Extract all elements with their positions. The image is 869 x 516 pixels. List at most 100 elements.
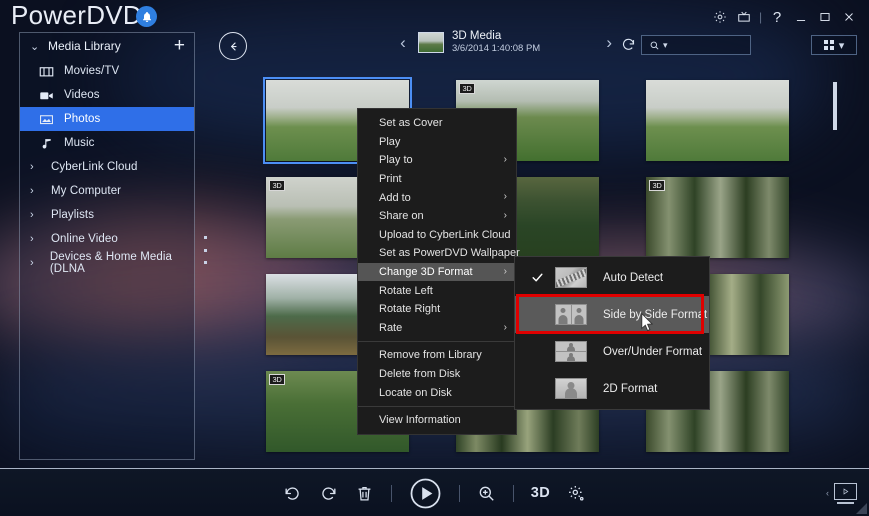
submenu-item-label: Over/Under Format (603, 345, 703, 358)
display-play-icon (834, 483, 857, 500)
over-under-icon (555, 341, 587, 362)
sidebar-item-label: Online Video (51, 233, 118, 245)
menu-item-label: Rotate Left (379, 284, 433, 297)
menu-item-upload-to-cyberlink-cloud[interactable]: Upload to CyberLink Cloud (358, 226, 516, 245)
sidebar-item-photos[interactable]: Photos (20, 107, 194, 131)
menu-item-add-to[interactable]: Add to › (358, 188, 516, 207)
submenu-item-auto-detect[interactable]: Auto Detect (515, 259, 709, 296)
grid-glyph (823, 40, 834, 50)
menu-item-label: Upload to CyberLink Cloud (379, 228, 511, 241)
menu-item-label: Set as PowerDVD Wallpaper (379, 247, 520, 260)
sidebar-item-music[interactable]: Music (20, 131, 194, 155)
sidebar-item-label: My Computer (51, 185, 122, 197)
checkmark-icon (531, 271, 544, 284)
cast-display-button[interactable]: ‹ (826, 483, 857, 504)
chevron-right-icon[interactable]: › (30, 257, 40, 269)
powerdvd-window: PowerDVD | ? ‹ 3D Media 3/6/2014 1:40:08… (0, 0, 869, 516)
sidebar-item-cyberlink-cloud[interactable]: › CyberLink Cloud (20, 155, 194, 179)
menu-item-label: Remove from Library (379, 349, 482, 362)
chevron-right-icon[interactable]: › (30, 233, 41, 245)
window-controls: | ? (708, 6, 861, 28)
menu-item-label: Change 3D Format (379, 266, 473, 279)
trash-icon[interactable] (355, 484, 374, 503)
menu-item-label: Add to (379, 191, 411, 204)
menu-separator (358, 341, 516, 343)
minimize-icon[interactable] (789, 6, 813, 28)
menu-item-remove-from-library[interactable]: Remove from Library (358, 346, 516, 365)
chevron-right-icon: › (503, 209, 507, 221)
submenu-item-side-by-side-format[interactable]: Side by Side Format (515, 296, 709, 333)
chevron-left-icon[interactable]: ‹ (826, 488, 829, 498)
menu-item-share-on[interactable]: Share on › (358, 207, 516, 226)
menu-item-label: Locate on Disk (379, 386, 452, 399)
menu-item-label: Play to (379, 154, 413, 167)
submenu-change-3d-format: Auto Detect Side by Side Format Over/Und… (514, 256, 710, 410)
auto-detect-icon (555, 267, 587, 288)
menu-item-play[interactable]: Play (358, 133, 516, 152)
sidebar-item-devices-home-media[interactable]: › Devices & Home Media (DLNA (20, 251, 194, 275)
menu-item-set-as-cover[interactable]: Set as Cover (358, 114, 516, 133)
sidebar-item-videos[interactable]: Videos (20, 83, 194, 107)
grid-view-icon[interactable]: ▾ (811, 35, 857, 55)
badge-3d: 3D (269, 180, 285, 191)
menu-item-view-information[interactable]: View Information (358, 411, 516, 430)
sidebar-item-online-video[interactable]: › Online Video (20, 227, 194, 251)
badge-3d: 3D (269, 374, 285, 385)
chevron-right-icon: › (503, 265, 507, 277)
sidebar: ⌄ Media Library + Movies/TV Videos Photo… (19, 32, 195, 460)
gear-small-icon[interactable] (567, 484, 586, 503)
photo-thumbnail[interactable]: 3D (646, 177, 789, 258)
submenu-item-over-under-format[interactable]: Over/Under Format (515, 333, 709, 370)
toolbar-divider (390, 484, 392, 502)
menu-item-label: Delete from Disk (379, 368, 461, 381)
bell-icon[interactable] (136, 6, 157, 27)
back-arrow-icon[interactable] (219, 32, 247, 60)
chevron-down-icon[interactable]: ▾ (663, 40, 668, 51)
resize-grip[interactable] (856, 503, 867, 514)
grid-scrollbar[interactable] (833, 82, 837, 457)
chevron-down-icon[interactable]: ▾ (839, 39, 845, 52)
menu-item-rotate-left[interactable]: Rotate Left (358, 281, 516, 300)
maximize-icon[interactable] (813, 6, 837, 28)
menu-item-locate-on-disk[interactable]: Locate on Disk (358, 383, 516, 402)
menu-item-label: Rotate Right (379, 303, 441, 316)
refresh-icon[interactable] (621, 37, 636, 57)
magnifier-plus-icon[interactable] (477, 484, 496, 503)
photo-thumbnail[interactable] (646, 80, 789, 161)
sidebar-item-label: Devices & Home Media (DLNA (49, 251, 173, 275)
scrollbar-thumb[interactable] (833, 82, 837, 130)
splitter-dots-icon[interactable] (203, 236, 207, 264)
breadcrumb-timestamp: 3/6/2014 1:40:08 PM (452, 43, 541, 55)
close-icon[interactable] (837, 6, 861, 28)
search-input[interactable]: ▾ (641, 35, 751, 55)
bottom-toolbar: 3D ‹ (0, 468, 869, 516)
tv-icon[interactable] (732, 6, 756, 28)
submenu-item-label: Auto Detect (603, 271, 664, 284)
sidebar-item-label: Videos (64, 89, 100, 101)
menu-item-print[interactable]: Print (358, 170, 516, 189)
chevron-right-icon: › (503, 191, 507, 203)
menu-item-set-as-powerdvd-wallpaper[interactable]: Set as PowerDVD Wallpaper (358, 244, 520, 263)
context-menu: Set as Cover Play Play to › Print Add to ›… (357, 108, 520, 435)
menu-item-delete-from-disk[interactable]: Delete from Disk (358, 365, 516, 384)
rotate-counterclockwise-icon[interactable] (283, 484, 302, 503)
rotate-clockwise-icon[interactable] (319, 484, 338, 503)
menu-item-rate[interactable]: Rate › (358, 319, 516, 338)
submenu-item-2d-format[interactable]: 2D Format (515, 370, 709, 407)
gear-icon[interactable] (708, 6, 732, 28)
menu-item-label: Set as Cover (379, 117, 443, 130)
sidebar-item-playlists[interactable]: › Playlists (20, 203, 194, 227)
play-circle-icon[interactable] (409, 477, 442, 510)
chevron-right-icon[interactable]: › (30, 209, 41, 221)
chevron-right-icon: › (503, 321, 507, 333)
question-mark-icon[interactable]: ? (765, 6, 789, 28)
menu-item-change-3d-format[interactable]: Change 3D Format › (358, 262, 516, 282)
chevron-right-icon[interactable]: › (30, 161, 41, 173)
chevron-right-icon[interactable]: › (30, 185, 41, 197)
menu-item-rotate-right[interactable]: Rotate Right (358, 300, 516, 319)
sidebar-item-my-computer[interactable]: › My Computer (20, 179, 194, 203)
badge-3d: 3D (649, 180, 665, 191)
menu-item-play-to[interactable]: Play to › (358, 151, 516, 170)
toolbar-divider (458, 484, 460, 502)
3d-text-icon[interactable]: 3D (531, 485, 551, 501)
